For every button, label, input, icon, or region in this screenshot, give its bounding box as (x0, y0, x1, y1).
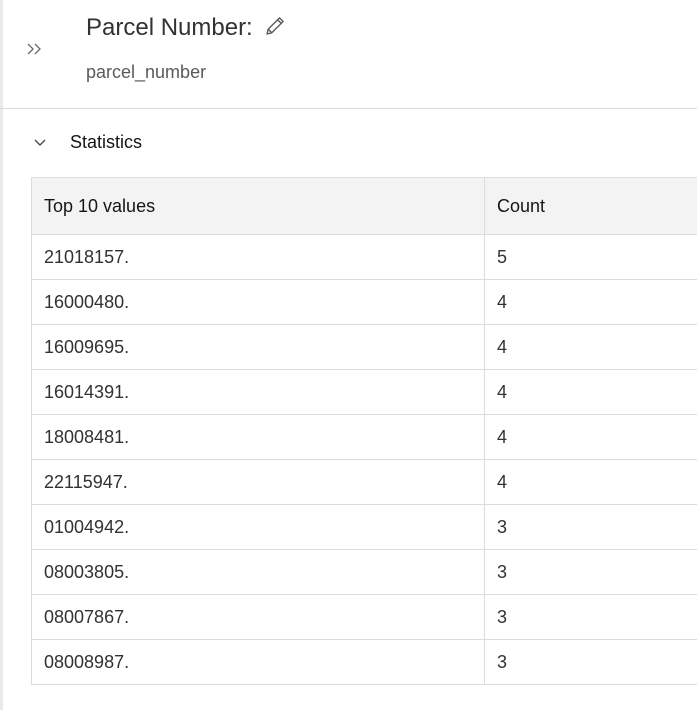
value-cell: 08003805. (31, 549, 485, 595)
count-cell: 4 (484, 369, 697, 415)
value-cell: 16000480. (31, 279, 485, 325)
value-cell: 22115947. (31, 459, 485, 505)
value-cell: 08007867. (31, 594, 485, 640)
edit-title-button[interactable] (262, 15, 288, 41)
table-row: 08003805. 3 (31, 549, 697, 595)
table-row: 16000480. 4 (31, 279, 697, 325)
column-header-count: Count (484, 177, 697, 235)
pencil-icon (263, 14, 287, 43)
double-chevron-right-icon (24, 43, 46, 64)
field-name-subtitle: parcel_number (86, 62, 207, 82)
table-row: 16014391. 4 (31, 369, 697, 415)
table-row: 18008481. 4 (31, 414, 697, 460)
column-header-values: Top 10 values (31, 177, 485, 235)
chevron-down-icon (30, 132, 50, 152)
table-row: 08007867. 3 (31, 594, 697, 640)
count-cell: 4 (484, 459, 697, 505)
count-cell: 4 (484, 414, 697, 460)
panel-header: Parcel Number: parcel_number (0, 0, 697, 109)
count-cell: 5 (484, 234, 697, 280)
count-cell: 3 (484, 594, 697, 640)
table-row: 01004942. 3 (31, 504, 697, 550)
value-cell: 18008481. (31, 414, 485, 460)
table-row: 08008987. 3 (31, 639, 697, 685)
statistics-table: Top 10 values Count 21018157. 5 16000480… (31, 177, 697, 685)
expand-panel-button[interactable] (24, 38, 46, 60)
count-cell: 3 (484, 549, 697, 595)
count-cell: 3 (484, 504, 697, 550)
count-cell: 4 (484, 324, 697, 370)
title-row: Parcel Number: (86, 12, 288, 44)
value-cell: 08008987. (31, 639, 485, 685)
count-cell: 4 (484, 279, 697, 325)
table-row: 16009695. 4 (31, 324, 697, 370)
page-title: Parcel Number: (86, 14, 253, 41)
table-header-row: Top 10 values Count (31, 177, 697, 235)
section-title: Statistics (70, 131, 143, 152)
value-cell: 21018157. (31, 234, 485, 280)
count-cell: 3 (484, 639, 697, 685)
value-cell: 16009695. (31, 324, 485, 370)
statistics-section-toggle[interactable]: Statistics (30, 128, 142, 156)
value-cell: 16014391. (31, 369, 485, 415)
table-row: 22115947. 4 (31, 459, 697, 505)
value-cell: 01004942. (31, 504, 485, 550)
table-row: 21018157. 5 (31, 234, 697, 280)
field-details-panel: Parcel Number: parcel_number Statistics (0, 0, 697, 710)
